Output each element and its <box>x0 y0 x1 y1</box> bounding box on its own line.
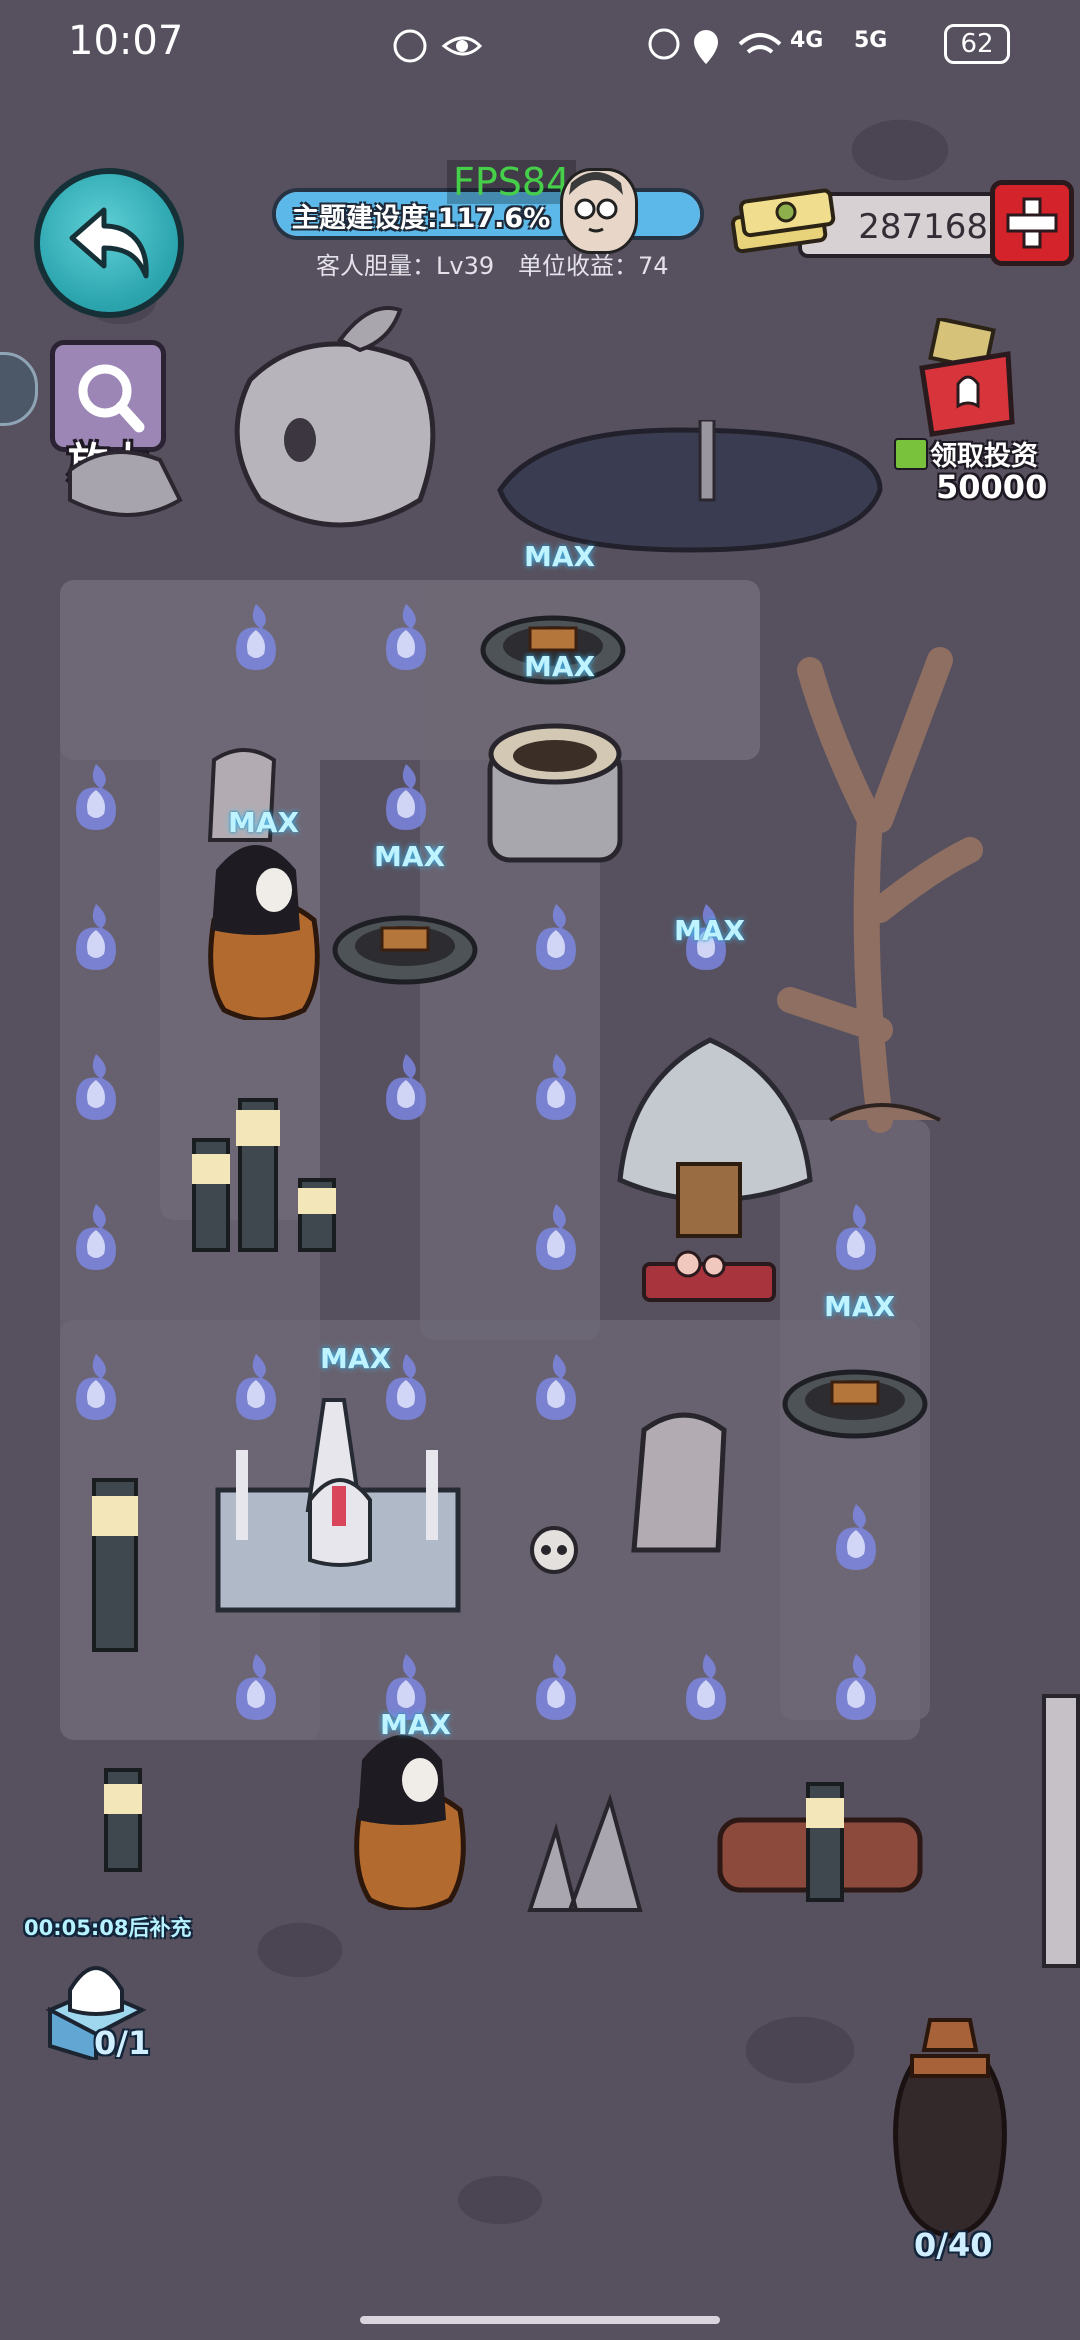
glasses-face-icon <box>569 172 623 233</box>
max-label: MAX <box>228 806 300 839</box>
skull <box>530 1526 578 1574</box>
ghost-flame-icon[interactable] <box>380 760 432 832</box>
guest-courage: 客人胆量：Lv39 <box>316 252 495 280</box>
ghost-box-count: 0/1 <box>94 2024 151 2062</box>
max-label: MAX <box>524 650 596 683</box>
alarm-location-wifi-icons <box>648 28 782 64</box>
ghost-flame-icon[interactable] <box>530 1350 582 1422</box>
black-urn[interactable] <box>880 2010 1020 2250</box>
long-hair-ghost-urn[interactable] <box>200 830 330 1020</box>
fire-pit[interactable] <box>780 1350 930 1442</box>
red-offering-table[interactable] <box>640 1250 780 1320</box>
stone-lantern[interactable] <box>70 1760 170 1880</box>
network-5g: 5G <box>854 28 888 53</box>
cash-stack-icon <box>730 188 836 254</box>
ghost-flame-icon[interactable] <box>830 1200 882 1272</box>
ghost-flame-icon[interactable] <box>70 900 122 972</box>
fps-counter: FPS84 <box>447 160 577 204</box>
max-label: MAX <box>380 1708 452 1741</box>
max-label: MAX <box>320 1342 392 1375</box>
ghost-flame-icon[interactable] <box>230 1650 282 1722</box>
fire-pit[interactable] <box>330 896 480 988</box>
max-label: MAX <box>524 540 596 573</box>
max-label: MAX <box>374 840 446 873</box>
video-play-icon <box>894 438 928 470</box>
swamp-pond <box>497 420 883 553</box>
ghost-flame-icon[interactable] <box>380 600 432 672</box>
network-4g: 4G <box>790 28 824 53</box>
long-hair-ghost-urn[interactable] <box>346 1720 476 1910</box>
max-label: MAX <box>674 914 746 947</box>
plus-icon <box>1006 197 1058 249</box>
stone-lantern-group[interactable] <box>180 1080 360 1270</box>
home-indicator[interactable] <box>360 2316 720 2324</box>
ghost-flame-icon[interactable] <box>70 1200 122 1272</box>
ghost-flame-icon[interactable] <box>70 1350 122 1422</box>
ghost-flame-icon[interactable] <box>830 1650 882 1722</box>
refill-timer: 00:05:08后补充 <box>24 1916 192 1940</box>
invest-amount: 50000 <box>936 468 1048 506</box>
ghost-flame-icon[interactable] <box>680 1650 732 1722</box>
ghost-flame-icon[interactable] <box>230 600 282 672</box>
back-button[interactable] <box>34 168 184 318</box>
log-with-lantern[interactable] <box>710 1780 930 1920</box>
unit-income: 单位收益：74 <box>518 252 669 280</box>
ghost-flame-icon[interactable] <box>530 1200 582 1272</box>
back-arrow-icon <box>69 207 149 279</box>
battery-indicator: 62 <box>944 24 1010 64</box>
ghost-flame-icon[interactable] <box>830 1500 882 1572</box>
investment-bag-icon[interactable] <box>912 318 1022 438</box>
ghost-flame-icon[interactable] <box>530 900 582 972</box>
old-well[interactable] <box>470 720 640 870</box>
status-bar: 10:07 4G 5G 62 <box>0 0 1080 95</box>
ghost-flame-icon[interactable] <box>530 1050 582 1122</box>
hand-and-stone-head-statue <box>68 306 436 528</box>
rock-cairn <box>617 1037 813 1238</box>
ghost-flame-icon[interactable] <box>70 760 122 832</box>
status-icons <box>393 29 482 63</box>
clock: 10:07 <box>68 18 184 64</box>
owner-avatar[interactable] <box>560 168 638 254</box>
add-money-button[interactable] <box>990 180 1074 266</box>
stone-lantern[interactable] <box>80 1470 150 1660</box>
ghost-flame-icon[interactable] <box>530 1650 582 1722</box>
rock-spires <box>527 1793 643 1912</box>
max-label: MAX <box>824 1290 896 1323</box>
stone-pillar <box>1042 1694 1080 1968</box>
money-value: 287168 <box>858 207 988 247</box>
tombstone <box>631 1412 727 1553</box>
ghost-altar[interactable] <box>214 1390 464 1620</box>
urn-count: 0/40 <box>914 2226 993 2264</box>
ghost-flame-icon[interactable] <box>230 1350 282 1422</box>
ghost-flame-icon[interactable] <box>70 1050 122 1122</box>
ghost-flame-icon[interactable] <box>380 1050 432 1122</box>
